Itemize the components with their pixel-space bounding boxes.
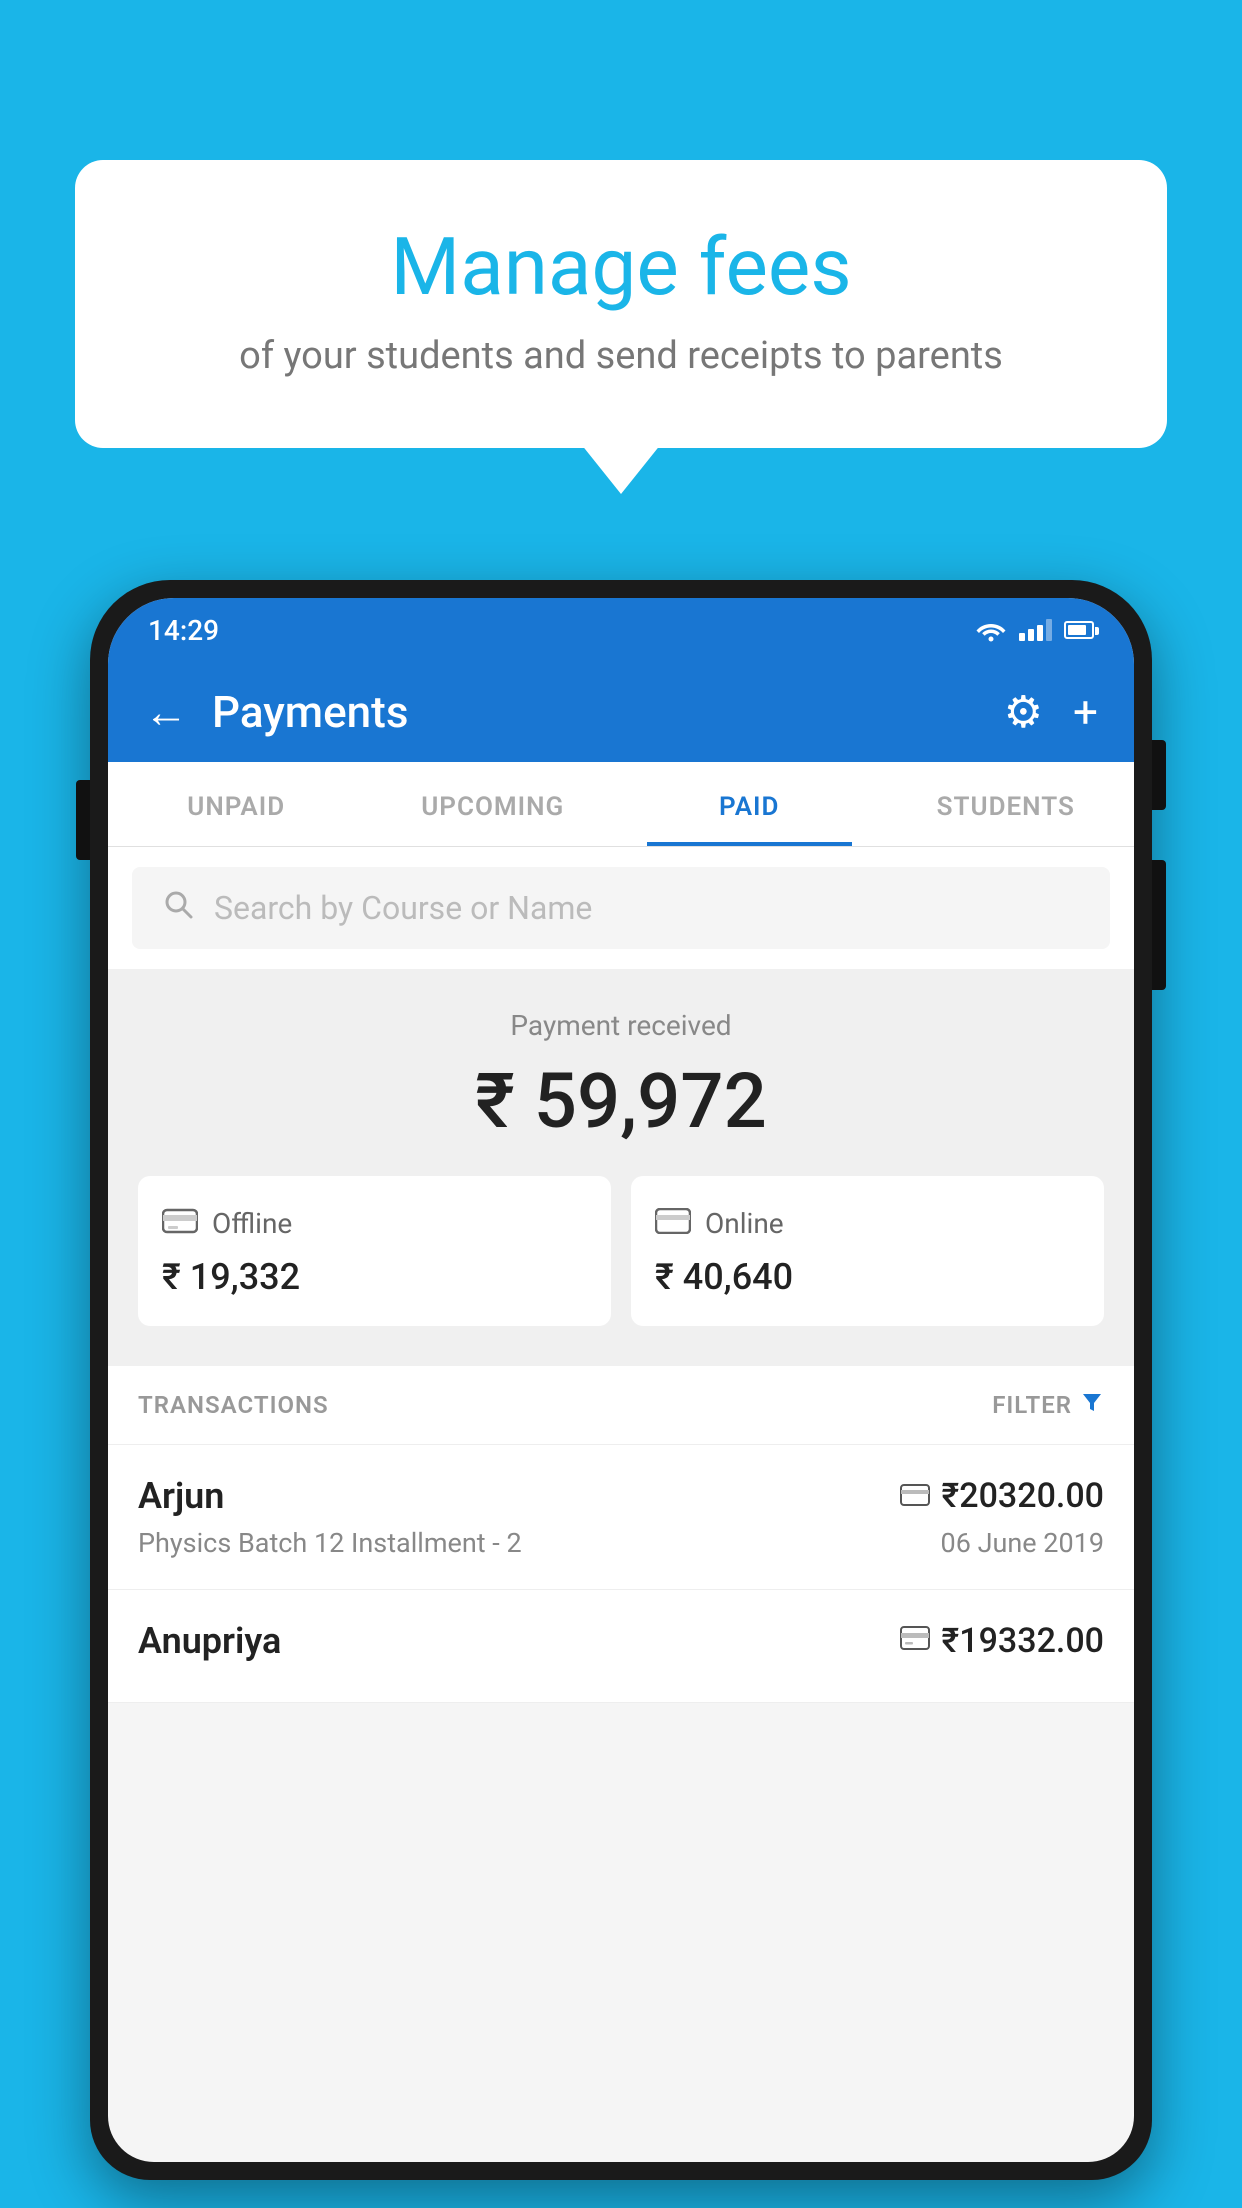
transaction-row[interactable]: Anupriya ₹19332.00	[108, 1590, 1134, 1703]
transactions-header: TRANSACTIONS FILTER	[108, 1366, 1134, 1445]
offline-icon	[162, 1204, 198, 1242]
signal-icon	[1019, 619, 1052, 641]
transaction-amount-wrapper: ₹20320.00	[900, 1476, 1104, 1516]
status-bar: 14:29	[108, 598, 1134, 662]
transaction-name: Arjun	[138, 1475, 224, 1517]
tooltip-card: Manage fees of your students and send re…	[75, 160, 1167, 448]
tab-upcoming[interactable]: UPCOMING	[365, 762, 622, 846]
transaction-amount: ₹19332.00	[942, 1621, 1104, 1661]
tab-bar: UNPAID UPCOMING PAID STUDENTS	[108, 762, 1134, 847]
tab-students[interactable]: STUDENTS	[878, 762, 1135, 846]
transaction-row-top: Arjun ₹20320.00	[138, 1475, 1104, 1517]
offline-amount: ₹ 19,332	[162, 1256, 587, 1298]
payment-summary: Payment received ₹ 59,972 Offline ₹ 19,3…	[108, 969, 1134, 1366]
battery-icon	[1064, 621, 1094, 639]
offline-payment-card: Offline ₹ 19,332	[138, 1176, 611, 1326]
header-icons: ⚙ +	[1004, 686, 1098, 738]
tooltip-subtitle: of your students and send receipts to pa…	[125, 334, 1117, 378]
online-card-header: Online	[655, 1204, 1080, 1242]
app-header: ← Payments ⚙ +	[108, 662, 1134, 762]
search-placeholder: Search by Course or Name	[214, 889, 592, 927]
online-payment-card: Online ₹ 40,640	[631, 1176, 1104, 1326]
filter-wrapper[interactable]: FILTER	[992, 1390, 1104, 1420]
search-container: Search by Course or Name	[108, 847, 1134, 969]
offline-label: Offline	[212, 1207, 292, 1240]
payment-received-label: Payment received	[138, 1009, 1104, 1042]
filter-label: FILTER	[992, 1391, 1072, 1419]
online-icon	[655, 1204, 691, 1242]
status-time: 14:29	[148, 614, 219, 647]
transaction-payment-icon	[900, 1480, 930, 1513]
transaction-row-top: Anupriya ₹19332.00	[138, 1620, 1104, 1662]
offline-card-header: Offline	[162, 1204, 587, 1242]
page-title: Payments	[212, 686, 980, 738]
tooltip-title: Manage fees	[125, 220, 1117, 314]
settings-icon[interactable]: ⚙	[1004, 686, 1043, 738]
back-button[interactable]: ←	[144, 686, 188, 738]
tab-unpaid[interactable]: UNPAID	[108, 762, 365, 846]
tab-paid[interactable]: PAID	[621, 762, 878, 846]
phone-wrapper: 14:29	[90, 580, 1152, 2208]
search-bar[interactable]: Search by Course or Name	[132, 867, 1110, 949]
phone-outer: 14:29	[90, 580, 1152, 2180]
transaction-row[interactable]: Arjun ₹20320.00 Physics Batch 12 Install…	[108, 1445, 1134, 1590]
filter-icon	[1080, 1390, 1104, 1420]
transaction-amount: ₹20320.00	[942, 1476, 1104, 1516]
phone-screen: 14:29	[108, 598, 1134, 2162]
add-icon[interactable]: +	[1073, 686, 1098, 738]
transaction-payment-icon	[900, 1624, 930, 1659]
payment-total-amount: ₹ 59,972	[138, 1056, 1104, 1146]
volume-button	[76, 780, 90, 860]
status-icons	[975, 618, 1094, 642]
online-amount: ₹ 40,640	[655, 1256, 1080, 1298]
payment-cards: Offline ₹ 19,332 Online ₹ 40,640	[138, 1176, 1104, 1326]
online-label: Online	[705, 1207, 784, 1240]
wifi-icon	[975, 618, 1007, 642]
transaction-name: Anupriya	[138, 1620, 281, 1662]
power-button	[1152, 740, 1166, 810]
search-icon	[162, 887, 194, 929]
transaction-course: Physics Batch 12 Installment - 2	[138, 1527, 522, 1559]
transaction-amount-wrapper: ₹19332.00	[900, 1621, 1104, 1661]
transaction-row-bottom: Physics Batch 12 Installment - 2 06 June…	[138, 1527, 1104, 1559]
transaction-date: 06 June 2019	[941, 1527, 1104, 1559]
volume-up-button	[1152, 860, 1166, 990]
transactions-label: TRANSACTIONS	[138, 1391, 329, 1419]
